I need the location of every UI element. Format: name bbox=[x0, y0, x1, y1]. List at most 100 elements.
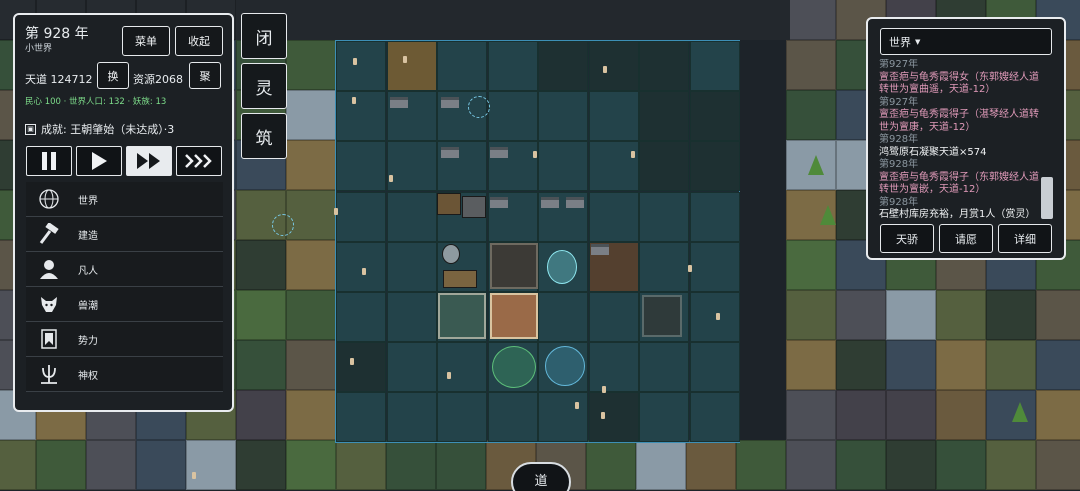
zone-cell[interactable] bbox=[538, 392, 588, 443]
terrain-tile bbox=[986, 290, 1036, 340]
fast-forward-button[interactable] bbox=[126, 146, 172, 176]
zone-cell[interactable] bbox=[689, 392, 740, 443]
menu-item-beast-tide[interactable]: 兽潮 bbox=[26, 287, 223, 322]
house-building[interactable] bbox=[441, 147, 459, 158]
pause-button[interactable] bbox=[26, 146, 72, 176]
house-building[interactable] bbox=[541, 197, 559, 208]
palace-building[interactable] bbox=[490, 293, 538, 339]
zone-cell[interactable] bbox=[588, 392, 639, 443]
academy-building[interactable] bbox=[438, 293, 486, 339]
house-building[interactable] bbox=[390, 97, 408, 108]
menu-item-world[interactable]: 世界 bbox=[26, 182, 223, 217]
menu-item-mortals[interactable]: 凡人 bbox=[26, 252, 223, 287]
collapse-button[interactable]: 收起 bbox=[175, 26, 223, 56]
detail-button[interactable]: 详细 bbox=[998, 224, 1052, 253]
portal-ring[interactable] bbox=[272, 214, 294, 236]
zone-cell[interactable] bbox=[336, 392, 386, 443]
zone-cell[interactable] bbox=[538, 141, 588, 192]
spirit-ring[interactable] bbox=[468, 96, 490, 118]
zone-cell[interactable] bbox=[538, 292, 588, 342]
log-scrollbar[interactable] bbox=[1041, 177, 1053, 219]
zone-cell[interactable] bbox=[689, 342, 740, 393]
menu-item-build[interactable]: 建造 bbox=[26, 217, 223, 252]
zone-cell[interactable] bbox=[386, 342, 437, 393]
zone-cell[interactable] bbox=[538, 41, 588, 91]
zone-cell[interactable] bbox=[386, 41, 437, 91]
petition-button[interactable]: 请愿 bbox=[939, 224, 993, 253]
zone-cell[interactable] bbox=[386, 141, 437, 192]
tiandao-stat: 天道 124712 bbox=[25, 71, 93, 87]
zone-cell[interactable] bbox=[386, 191, 437, 242]
construct-button[interactable]: 筑 bbox=[241, 113, 287, 159]
zone-cell[interactable] bbox=[386, 241, 437, 292]
play-button[interactable] bbox=[76, 146, 122, 176]
zone-cell[interactable] bbox=[386, 292, 437, 342]
zone-cell[interactable] bbox=[336, 292, 386, 342]
shrine-building[interactable] bbox=[642, 295, 682, 337]
swap-button[interactable]: 换 bbox=[97, 62, 129, 89]
zone-cell[interactable] bbox=[639, 41, 689, 91]
seclusion-button[interactable]: 闭 bbox=[241, 13, 287, 59]
hall-building[interactable] bbox=[462, 196, 486, 218]
zone-cell[interactable] bbox=[487, 91, 538, 142]
zone-cell[interactable] bbox=[336, 91, 386, 142]
pause-icon bbox=[42, 152, 56, 170]
zone-cell[interactable] bbox=[437, 41, 487, 91]
workshop-building[interactable] bbox=[443, 270, 477, 288]
house-building[interactable] bbox=[566, 197, 584, 208]
menu-button[interactable]: 菜单 bbox=[122, 26, 170, 56]
zone-cell[interactable] bbox=[588, 191, 639, 242]
prodigy-button[interactable]: 天骄 bbox=[880, 224, 934, 253]
zone-cell[interactable] bbox=[336, 342, 386, 393]
zone-cell[interactable] bbox=[639, 241, 689, 292]
menu-item-label: 建造 bbox=[78, 230, 98, 242]
zone-cell[interactable] bbox=[689, 292, 740, 342]
zone-cell[interactable] bbox=[386, 392, 437, 443]
zone-cell[interactable] bbox=[336, 41, 386, 91]
zone-cell[interactable] bbox=[639, 91, 689, 142]
zone-cell[interactable] bbox=[588, 292, 639, 342]
zone-cell[interactable] bbox=[639, 191, 689, 242]
zone-cell[interactable] bbox=[689, 191, 740, 242]
villager bbox=[350, 358, 354, 365]
zone-cell[interactable] bbox=[689, 41, 740, 91]
log-filter-select[interactable]: 世界 ▼ bbox=[880, 28, 1052, 55]
house-building[interactable] bbox=[441, 97, 459, 108]
zone-cell[interactable] bbox=[588, 141, 639, 192]
zone-cell[interactable] bbox=[639, 392, 689, 443]
house-building[interactable] bbox=[591, 244, 609, 255]
menu-item-factions[interactable]: 势力 bbox=[26, 322, 223, 357]
fastest-button[interactable] bbox=[176, 146, 222, 176]
spirit-button[interactable]: 灵 bbox=[241, 63, 287, 109]
menu-item-divine-power[interactable]: 神权 bbox=[26, 357, 223, 392]
terrain-tile bbox=[1036, 390, 1080, 440]
zone-cell[interactable] bbox=[336, 141, 386, 192]
house-building[interactable] bbox=[490, 197, 508, 208]
zone-cell[interactable] bbox=[538, 91, 588, 142]
spirit-crystal[interactable] bbox=[547, 250, 577, 284]
zone-cell[interactable] bbox=[639, 342, 689, 393]
spirit-tower[interactable] bbox=[545, 346, 585, 386]
event-log[interactable]: 第927年 亶歪疤与龟秀霞得女（东郭嫂经人道转世为亶曲遥，天道-12） 第927年亶… bbox=[879, 59, 1039, 219]
achievement-row[interactable]: ▣ 成就: 王朝肇始（未达成）·3 bbox=[25, 121, 174, 137]
jade-altar[interactable] bbox=[492, 346, 536, 388]
zone-cell[interactable] bbox=[588, 342, 639, 393]
zone-cell[interactable] bbox=[487, 41, 538, 91]
zone-cell[interactable] bbox=[689, 241, 740, 292]
zone-cell[interactable] bbox=[689, 141, 740, 192]
storehouse-building[interactable] bbox=[437, 193, 461, 215]
dao-button[interactable]: 道 bbox=[511, 462, 571, 491]
zone-cell[interactable] bbox=[336, 241, 386, 292]
zone-cell[interactable] bbox=[437, 342, 487, 393]
zone-cell[interactable] bbox=[588, 91, 639, 142]
fountain[interactable] bbox=[442, 244, 460, 264]
zone-cell[interactable] bbox=[336, 191, 386, 242]
zone-cell[interactable] bbox=[437, 392, 487, 443]
zone-cell[interactable] bbox=[487, 392, 538, 443]
house-building[interactable] bbox=[490, 147, 508, 158]
zone-cell[interactable] bbox=[639, 141, 689, 192]
temple-building[interactable] bbox=[490, 243, 538, 289]
zone-cell[interactable] bbox=[689, 91, 740, 142]
zone-cell[interactable] bbox=[588, 41, 639, 91]
gather-button[interactable]: 聚 bbox=[189, 62, 221, 89]
